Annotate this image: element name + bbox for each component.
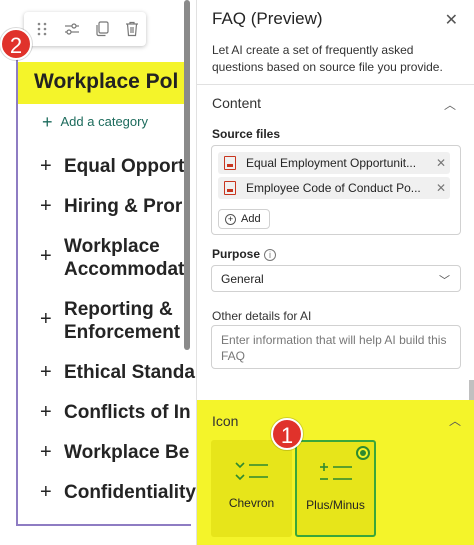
annotation-badge-1: 1	[271, 418, 303, 450]
expand-plus-icon[interactable]: +	[40, 441, 64, 464]
chevron-style-icon	[234, 462, 268, 481]
divider	[197, 84, 474, 85]
faq-item[interactable]: + Reporting & Enforcement	[40, 298, 180, 344]
source-files-label: Source files	[212, 127, 281, 141]
info-icon[interactable]: i	[264, 249, 277, 261]
add-category-button[interactable]: + Add a category	[42, 112, 148, 133]
expand-plus-icon[interactable]: +	[40, 245, 64, 268]
duplicate-icon[interactable]	[94, 21, 110, 37]
faq-item-label: Confidentiality	[64, 482, 196, 503]
faq-item-label: Conflicts of In	[64, 402, 191, 423]
expand-plus-icon[interactable]: +	[40, 481, 64, 504]
faq-item[interactable]: + Workplace Accommodat	[40, 235, 184, 281]
purpose-label: Purpose i	[212, 247, 277, 261]
expand-plus-icon[interactable]: +	[40, 195, 64, 218]
delete-icon[interactable]	[124, 21, 140, 37]
faq-item[interactable]: + Workplace Be	[40, 441, 189, 464]
remove-file-icon[interactable]: ✕	[432, 156, 450, 170]
icon-option-plus-minus[interactable]: Plus/Minus	[295, 440, 376, 537]
details-textarea[interactable]: Enter information that will help AI buil…	[211, 325, 461, 369]
chevron-down-icon: ﹀	[439, 275, 450, 287]
expand-plus-icon[interactable]: +	[40, 361, 64, 384]
drag-handle-icon[interactable]	[34, 21, 50, 37]
plus-icon: +	[42, 112, 53, 132]
icon-option-label: Plus/Minus	[306, 498, 365, 512]
selected-radio-icon	[356, 446, 370, 460]
faq-item-label: Reporting & Enforcement	[64, 299, 181, 343]
source-file-name: Employee Code of Conduct Po...	[246, 181, 421, 195]
remove-file-icon[interactable]: ✕	[432, 181, 450, 195]
purpose-label-text: Purpose	[212, 247, 261, 261]
faq-item-label: Equal Opport	[64, 156, 185, 177]
add-category-label: Add a category	[60, 114, 148, 129]
add-file-button[interactable]: + Add	[218, 209, 270, 229]
source-file-chip[interactable]: Equal Employment Opportunit... ✕	[218, 152, 450, 174]
pdf-file-icon	[224, 181, 236, 195]
faq-item[interactable]: + Ethical Standa	[40, 361, 195, 384]
faq-item[interactable]: + Equal Opport	[40, 155, 184, 178]
settings-sliders-icon[interactable]	[64, 21, 80, 37]
faq-item-label: Hiring & Pror	[64, 196, 183, 217]
expand-plus-icon[interactable]: +	[40, 401, 64, 424]
faq-item-label: Workplace Accommodat	[64, 236, 185, 280]
add-circle-icon: +	[225, 213, 236, 225]
expand-plus-icon[interactable]: +	[40, 155, 64, 178]
icon-section: Icon ︿ Chevron Plus/Minus	[197, 400, 474, 545]
faq-item-label: Ethical Standa	[64, 362, 195, 383]
annotation-badge-2: 2	[0, 28, 32, 60]
icon-option-label: Chevron	[228, 496, 275, 510]
add-file-label: Add	[241, 213, 261, 225]
panel-description: Let AI create a set of frequently asked …	[212, 43, 443, 74]
faq-item[interactable]: + Conflicts of In	[40, 401, 191, 424]
canvas-scrollbar[interactable]	[184, 0, 190, 350]
faq-item-label: Workplace Be	[64, 442, 190, 463]
source-file-chip[interactable]: Employee Code of Conduct Po... ✕	[218, 177, 450, 199]
icon-option-chevron[interactable]: Chevron	[211, 440, 292, 537]
panel-title: FAQ (Preview)	[212, 9, 323, 28]
source-files-box: Equal Employment Opportunit... ✕ Employe…	[211, 145, 461, 235]
section-title[interactable]: Workplace Pol	[34, 70, 178, 94]
page-canvas: Workplace Pol + Add a category + Equal Opp…	[0, 0, 196, 545]
section-toolbar	[24, 12, 146, 46]
chevron-up-icon[interactable]: ︿	[449, 412, 461, 429]
pdf-file-icon	[224, 156, 236, 170]
expand-plus-icon[interactable]: +	[40, 308, 64, 331]
icon-section-header[interactable]: Icon	[212, 413, 238, 429]
faq-item[interactable]: + Confidentiality	[40, 481, 196, 504]
chevron-up-icon[interactable]: ︿	[444, 96, 456, 113]
faq-item[interactable]: + Hiring & Pror	[40, 195, 182, 218]
content-section-header[interactable]: Content	[212, 95, 261, 111]
plus-minus-style-icon	[319, 463, 352, 480]
close-icon[interactable]: ✕	[445, 10, 458, 30]
faq-properties-panel: FAQ (Preview) ✕ Let AI create a set of f…	[196, 0, 474, 545]
purpose-dropdown[interactable]: General ﹀	[211, 265, 461, 292]
purpose-value: General	[221, 272, 264, 286]
details-label: Other details for AI	[212, 309, 312, 323]
source-file-name: Equal Employment Opportunit...	[246, 156, 417, 170]
